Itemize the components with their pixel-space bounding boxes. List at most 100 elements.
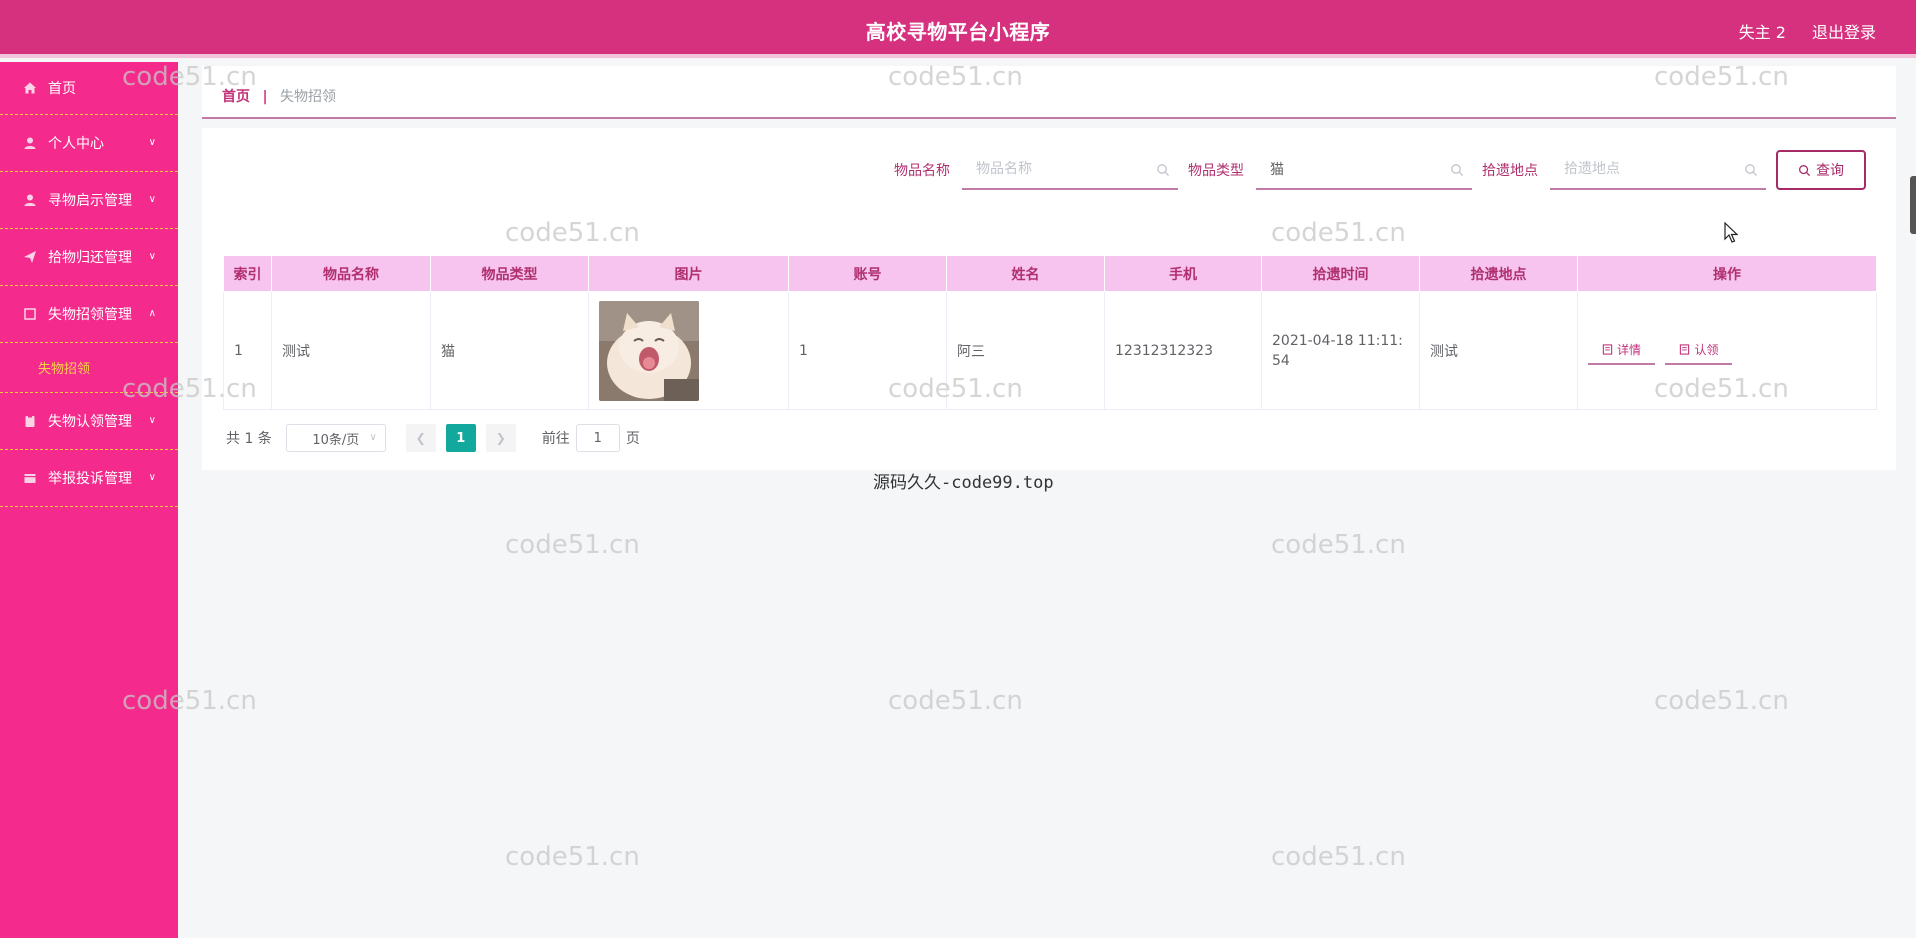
- sidebar-item-claim-management[interactable]: 失物认领管理 ∨: [0, 393, 178, 450]
- goto-suffix: 页: [625, 431, 640, 447]
- current-user[interactable]: 失主 2: [1739, 19, 1786, 43]
- column-header[interactable]: 图片: [588, 255, 789, 292]
- found-items-table: 索引 物品名称 物品类型 图片 账号 姓名 手机 拾遗时间 拾遗地点 操作 1 …: [223, 255, 1877, 410]
- column-header[interactable]: 手机: [1104, 255, 1262, 292]
- sidebar-item-lost-notice[interactable]: 寻物启示管理 ∨: [0, 172, 178, 229]
- sidebar-subitem-label: 失物招领: [38, 362, 91, 377]
- goto-page-input[interactable]: 1: [575, 424, 620, 452]
- content-panel: 物品名称 物品类型 拾遗地点 查询: [202, 128, 1896, 470]
- page-number-active[interactable]: 1: [445, 424, 476, 452]
- side-scroll-handle[interactable]: [1910, 176, 1916, 234]
- sidebar-item-personal-center[interactable]: 个人中心 ∨: [0, 115, 178, 172]
- cell-item-type: 猫: [430, 291, 589, 410]
- cell-pickup-place: 测试: [1419, 291, 1578, 410]
- document-icon: [1602, 344, 1613, 355]
- sidebar-item-report-management[interactable]: 举报投诉管理 ∨: [0, 450, 178, 507]
- column-header[interactable]: 账号: [788, 255, 947, 292]
- cell-index: 1: [223, 291, 272, 410]
- search-group-type: 物品类型: [1188, 150, 1472, 190]
- breadcrumb-separator: |: [262, 89, 268, 105]
- pickup-place-input[interactable]: [1550, 150, 1766, 188]
- watermark: code51.cn: [1654, 686, 1789, 716]
- clipboard-icon: [22, 413, 38, 429]
- cell-account: 1: [788, 291, 947, 410]
- app-title: 高校寻物平台小程序: [865, 20, 1051, 44]
- sidebar-item-label: 失物认领管理: [48, 414, 132, 430]
- breadcrumb: 首页 | 失物招领: [222, 86, 336, 106]
- claim-button[interactable]: 认领: [1665, 337, 1733, 365]
- search-icon: [1156, 162, 1170, 181]
- page-size-select[interactable]: 10条/页 ∨: [285, 424, 386, 452]
- user-icon: [22, 135, 38, 151]
- sidebar: 首页 个人中心 ∨ 寻物启示管理 ∨ 拾物归还管理 ∨ 失物招领管理 ∧ 失物招…: [0, 62, 178, 938]
- pagination-total: 共 1 条: [226, 431, 272, 447]
- search-label-place: 拾遗地点: [1482, 163, 1538, 179]
- column-header[interactable]: 物品类型: [430, 255, 589, 292]
- chevron-down-icon: ∨: [148, 472, 156, 483]
- table-header-row: 索引 物品名称 物品类型 图片 账号 姓名 手机 拾遗时间 拾遗地点 操作: [223, 255, 1877, 292]
- search-field-wrapper: [1550, 150, 1766, 190]
- search-group-place: 拾遗地点: [1482, 150, 1766, 190]
- watermark: code51.cn: [1271, 842, 1406, 872]
- detail-button-label: 详情: [1617, 343, 1642, 357]
- sidebar-item-found-management[interactable]: 失物招领管理 ∧: [0, 286, 178, 343]
- chevron-down-icon: ∨: [148, 251, 156, 262]
- chevron-down-icon: ∨: [148, 194, 156, 205]
- page-size-value: 10条/页: [312, 432, 360, 448]
- query-button[interactable]: 查询: [1776, 150, 1866, 190]
- sidebar-item-label: 失物招领管理: [48, 307, 132, 323]
- search-group-name: 物品名称: [894, 150, 1178, 190]
- item-name-input[interactable]: [962, 150, 1178, 188]
- chevron-down-icon: ∨: [148, 415, 156, 426]
- cell-actions: 详情 认领: [1577, 291, 1877, 410]
- prev-page-button[interactable]: ❮: [405, 424, 436, 452]
- logout-link[interactable]: 退出登录: [1812, 19, 1876, 43]
- next-page-button[interactable]: ❯: [485, 424, 516, 452]
- item-type-input[interactable]: [1256, 150, 1472, 188]
- top-bar: 高校寻物平台小程序 失主 2 退出登录: [0, 0, 1916, 58]
- breadcrumb-home[interactable]: 首页: [222, 89, 250, 105]
- chevron-left-icon: ❮: [415, 431, 426, 445]
- pagination: 共 1 条 10条/页 ∨ ❮ 1 ❯ 前往 1 页: [226, 424, 640, 452]
- search-field-wrapper: [1256, 150, 1472, 190]
- detail-button[interactable]: 详情: [1588, 337, 1656, 365]
- watermark: code51.cn: [505, 842, 640, 872]
- goto-prefix: 前往: [541, 431, 570, 447]
- sidebar-item-label: 举报投诉管理: [48, 471, 132, 487]
- column-header[interactable]: 物品名称: [271, 255, 431, 292]
- send-icon: [22, 249, 38, 265]
- search-label-name: 物品名称: [894, 163, 950, 179]
- cell-pickup-time: 2021-04-18 11:11:54: [1261, 291, 1420, 410]
- cat-photo[interactable]: [599, 300, 699, 401]
- sidebar-subitem-found[interactable]: 失物招领: [0, 343, 178, 393]
- watermark: code51.cn: [505, 530, 640, 560]
- search-icon: [1450, 162, 1464, 181]
- sidebar-item-return[interactable]: 拾物归还管理 ∨: [0, 229, 178, 286]
- sidebar-item-label: 个人中心: [48, 136, 104, 152]
- sidebar-item-label: 拾物归还管理: [48, 250, 132, 266]
- mouse-cursor-icon: [1724, 221, 1739, 248]
- document-icon: [1680, 344, 1690, 355]
- column-header[interactable]: 索引: [223, 255, 272, 292]
- chevron-down-icon: ∨: [369, 432, 377, 443]
- query-button-label: 查询: [1816, 163, 1844, 179]
- chevron-up-icon: ∧: [148, 308, 156, 319]
- column-header[interactable]: 姓名: [946, 255, 1105, 292]
- cell-item-name: 测试: [271, 291, 431, 410]
- footer-note: 源码久久-code99.top: [873, 473, 1054, 493]
- folder-icon: [22, 470, 38, 486]
- chevron-right-icon: ❯: [495, 431, 506, 445]
- sidebar-item-home[interactable]: 首页: [0, 62, 178, 115]
- column-header[interactable]: 拾遗时间: [1261, 255, 1420, 292]
- search-icon: [1798, 164, 1811, 177]
- column-header[interactable]: 拾遗地点: [1419, 255, 1578, 292]
- table-row: 1 测试 猫 1 阿三 12312312323 2021-04-18 11:11…: [223, 291, 1877, 410]
- breadcrumb-panel: 首页 | 失物招领: [202, 66, 1896, 119]
- watermark: code51.cn: [888, 686, 1023, 716]
- column-header[interactable]: 操作: [1577, 255, 1877, 292]
- sidebar-item-label: 首页: [48, 81, 76, 97]
- search-label-type: 物品类型: [1188, 163, 1244, 179]
- pickup-time-text: 2021-04-18 11:11:54: [1272, 332, 1403, 369]
- search-field-wrapper: [962, 150, 1178, 190]
- cell-image: [588, 291, 789, 410]
